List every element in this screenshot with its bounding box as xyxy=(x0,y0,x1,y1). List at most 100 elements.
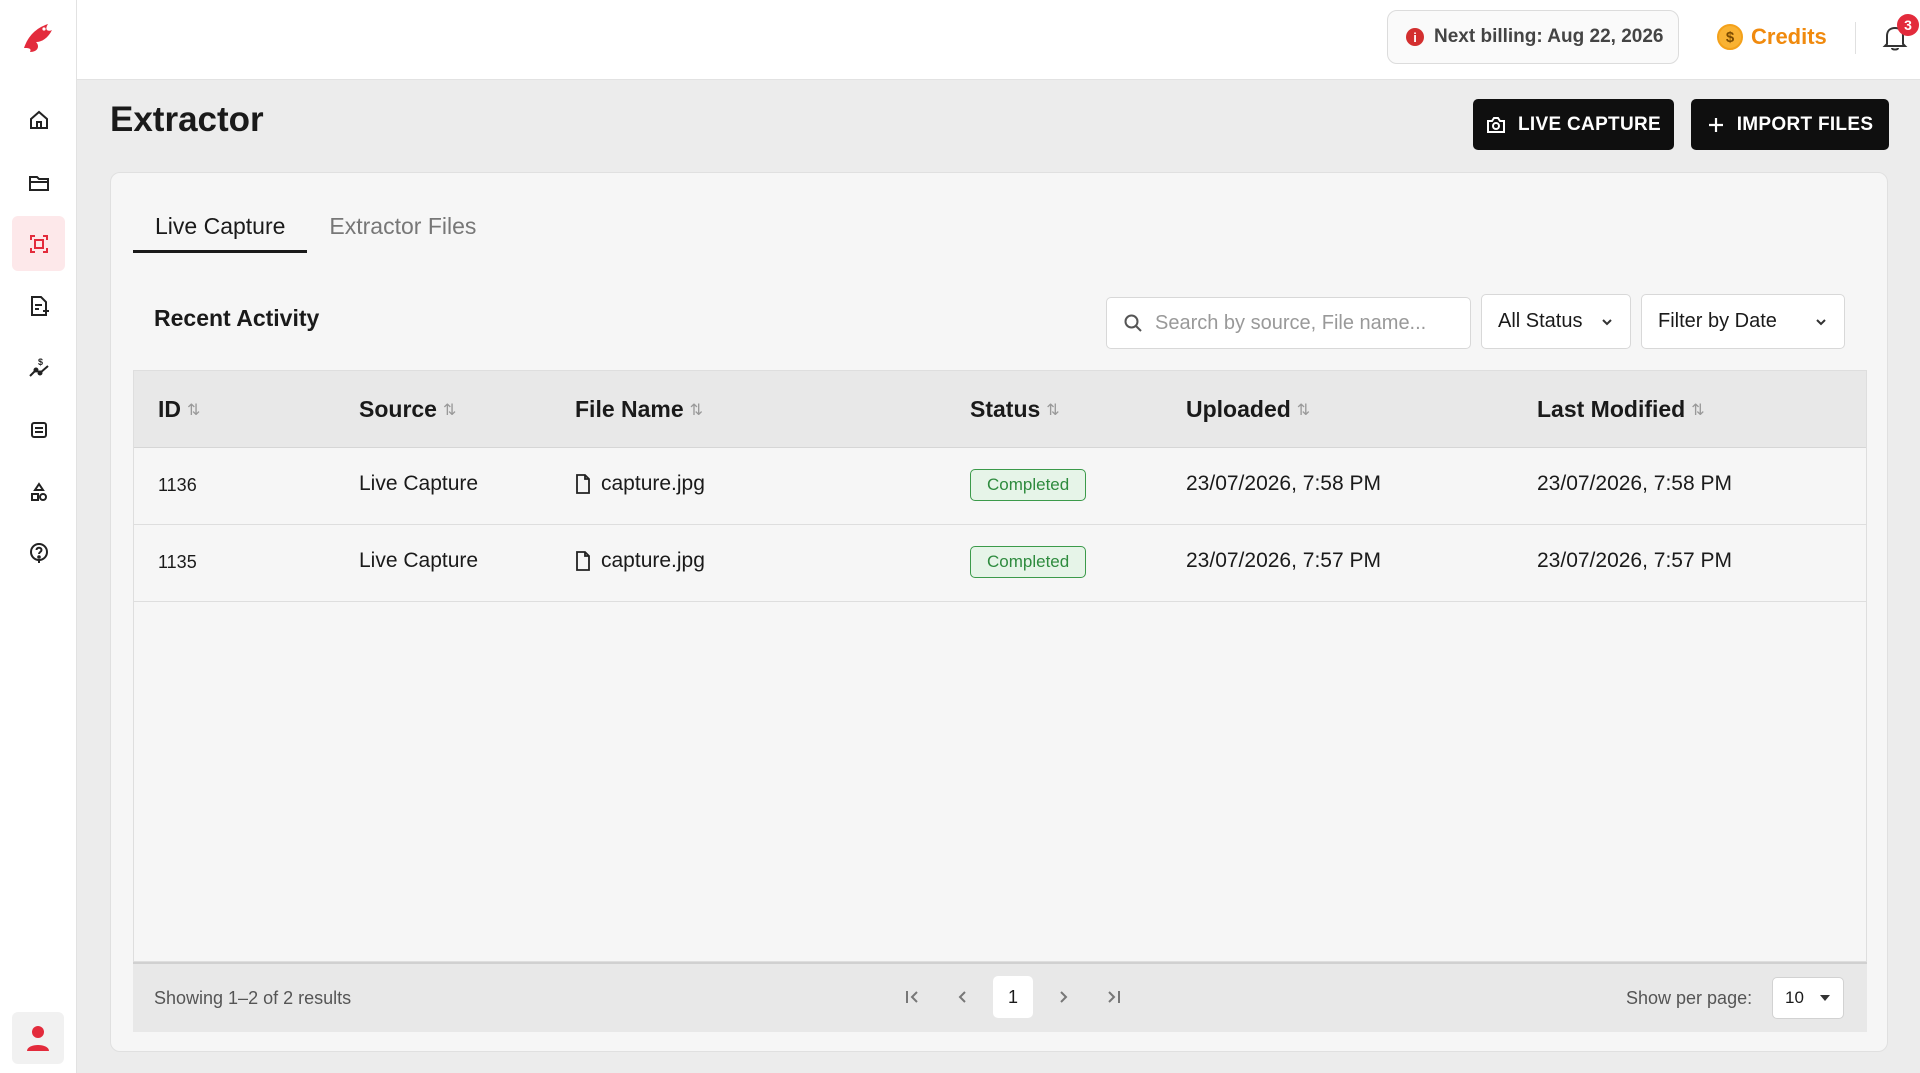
table-row[interactable]: 1136 Live Capture capture.jpg Completed … xyxy=(134,448,1866,525)
per-page-label: Show per page: xyxy=(1626,988,1753,1008)
main-card: Live Capture Extractor Files Recent Acti… xyxy=(110,172,1888,1052)
sidebar: $ xyxy=(0,0,77,1073)
next-page-button[interactable] xyxy=(1043,976,1083,1018)
cell-uploaded: 23/07/2026, 7:58 PM xyxy=(1186,472,1381,495)
tab-extractor-files[interactable]: Extractor Files xyxy=(307,203,498,253)
sort-icon: ⇅ xyxy=(442,401,457,419)
import-files-label: IMPORT FILES xyxy=(1736,113,1874,135)
file-icon xyxy=(576,551,590,571)
status-badge: Completed xyxy=(970,469,1087,501)
table-header: ID ⇅ Source ⇅ File Name ⇅ Status ⇅ Uploaded ⇅… xyxy=(134,371,1866,448)
file-name-text: capture.jpg xyxy=(601,549,705,572)
cell-last-modified: 23/07/2026, 7:58 PM xyxy=(1537,472,1732,495)
section-title: Recent Activity xyxy=(154,305,320,331)
nav-shapes[interactable] xyxy=(12,464,65,519)
column-label: Uploaded xyxy=(1186,396,1291,422)
column-header-file-name[interactable]: File Name ⇅ xyxy=(575,396,703,423)
user-icon xyxy=(27,1026,49,1051)
live-capture-button[interactable]: LIVE CAPTURE xyxy=(1473,99,1674,150)
sort-icon: ⇅ xyxy=(1296,401,1311,419)
search-input[interactable] xyxy=(1155,311,1455,335)
status-filter-value: All Status xyxy=(1498,310,1583,332)
plus-icon xyxy=(1708,117,1723,132)
date-filter-value: Filter by Date xyxy=(1658,310,1777,332)
home-icon xyxy=(29,110,48,129)
billing-notice: i Next billing: Aug 22, 2026 xyxy=(1387,10,1679,64)
chevron-down-icon xyxy=(1816,318,1826,325)
page-title: Extractor xyxy=(110,100,264,139)
results-summary: Showing 1–2 of 2 results xyxy=(154,988,352,1008)
shapes-icon xyxy=(30,481,47,501)
nav-home[interactable] xyxy=(12,92,65,147)
file-icon xyxy=(576,474,590,494)
sort-icon: ⇅ xyxy=(1046,401,1060,419)
nav-help[interactable] xyxy=(12,525,65,580)
checklist-icon xyxy=(30,421,47,438)
column-label: File Name xyxy=(575,396,684,422)
notification-badge: 3 xyxy=(1897,14,1919,36)
column-header-id[interactable]: ID ⇅ xyxy=(158,396,200,423)
coin-icon: $ xyxy=(1717,24,1743,50)
tab-bar: Live Capture Extractor Files xyxy=(133,203,498,253)
cell-file-name[interactable]: capture.jpg xyxy=(575,549,705,573)
status-badge: Completed xyxy=(970,546,1087,578)
nav-files[interactable] xyxy=(12,155,65,210)
pagination: 1 xyxy=(893,976,1133,1018)
cell-file-name[interactable]: capture.jpg xyxy=(575,472,705,496)
document-add-icon xyxy=(30,295,49,316)
column-header-source[interactable]: Source ⇅ xyxy=(359,396,456,423)
topbar: i Next billing: Aug 22, 2026 $ Credits 3 xyxy=(77,0,1920,80)
pricing-chart-icon: $ xyxy=(28,357,49,377)
credits-label: Credits xyxy=(1751,24,1827,49)
column-header-uploaded[interactable]: Uploaded ⇅ xyxy=(1186,396,1310,423)
search-box[interactable] xyxy=(1106,297,1471,349)
table-row[interactable]: 1135 Live Capture capture.jpg Completed … xyxy=(134,525,1866,602)
file-name-text: capture.jpg xyxy=(601,472,705,495)
scan-icon xyxy=(29,234,48,253)
date-filter-select[interactable]: Filter by Date xyxy=(1641,294,1845,349)
help-circle-icon xyxy=(29,542,48,563)
nav-extractor[interactable] xyxy=(12,216,65,271)
caret-down-icon xyxy=(1820,995,1830,1001)
notifications-button[interactable]: 3 xyxy=(1877,14,1919,58)
chevron-right-icon xyxy=(1060,991,1068,1003)
cell-last-modified: 23/07/2026, 7:57 PM xyxy=(1537,549,1732,572)
info-icon: i xyxy=(1406,28,1424,46)
column-label: Status xyxy=(970,396,1041,422)
cell-source: Live Capture xyxy=(359,549,479,572)
last-page-icon xyxy=(1108,991,1120,1003)
brand-logo[interactable] xyxy=(14,14,62,62)
column-label: Source xyxy=(359,396,437,422)
table-footer: Showing 1–2 of 2 results 1 Show per page… xyxy=(133,962,1867,1032)
page-number-button[interactable]: 1 xyxy=(993,976,1033,1018)
nav-checklist[interactable] xyxy=(12,402,65,457)
column-header-last-modified[interactable]: Last Modified ⇅ xyxy=(1537,396,1705,423)
dragon-logo-icon xyxy=(24,24,52,52)
status-filter-select[interactable]: All Status xyxy=(1481,294,1631,349)
import-files-button[interactable]: IMPORT FILES xyxy=(1691,99,1889,150)
search-icon xyxy=(1124,314,1142,332)
folder-icon xyxy=(28,175,49,191)
nav-pricing[interactable]: $ xyxy=(12,340,65,395)
per-page-select[interactable]: 10 xyxy=(1772,977,1844,1019)
camera-icon xyxy=(1487,116,1506,133)
column-label: ID xyxy=(158,396,181,422)
cell-id: 1136 xyxy=(158,475,197,495)
divider xyxy=(1855,22,1856,54)
prev-page-button[interactable] xyxy=(943,976,983,1018)
sort-icon: ⇅ xyxy=(187,401,201,419)
user-avatar[interactable] xyxy=(12,1012,64,1064)
activity-table: ID ⇅ Source ⇅ File Name ⇅ Status ⇅ Uploaded ⇅… xyxy=(133,370,1867,962)
tab-live-capture[interactable]: Live Capture xyxy=(133,203,308,253)
credits-button[interactable]: $ Credits xyxy=(1717,20,1827,54)
nav-documents[interactable] xyxy=(12,278,65,333)
chevron-left-icon xyxy=(958,991,966,1003)
first-page-button[interactable] xyxy=(893,976,933,1018)
sort-icon: ⇅ xyxy=(1691,401,1705,419)
column-header-status[interactable]: Status ⇅ xyxy=(970,396,1060,423)
live-capture-label: LIVE CAPTURE xyxy=(1518,113,1661,135)
last-page-button[interactable] xyxy=(1093,976,1133,1018)
column-label: Last Modified xyxy=(1537,396,1686,422)
cell-id: 1135 xyxy=(158,552,197,572)
billing-text: Next billing: Aug 22, 2026 xyxy=(1434,26,1664,47)
